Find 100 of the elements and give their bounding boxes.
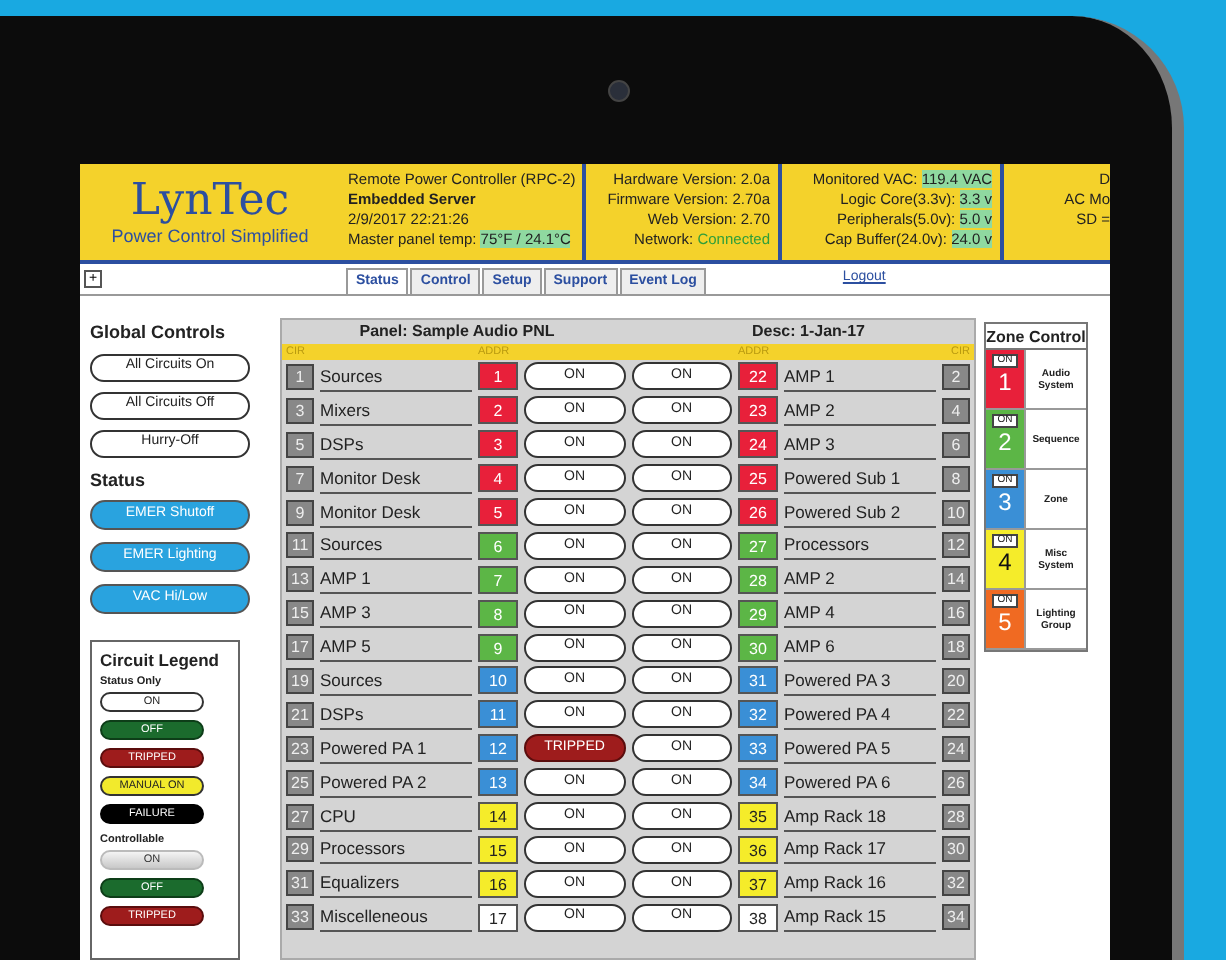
circuit-name: Powered PA 1: [320, 733, 472, 764]
circuit-name: AMP 6: [784, 632, 936, 663]
address-tag: 23: [738, 396, 778, 425]
section-title: Global Controls: [90, 320, 227, 346]
circuit-name: Sources: [320, 530, 472, 561]
address-tag: 30: [738, 633, 778, 662]
circuit-name: Monitor Desk: [320, 497, 472, 527]
address-tag: 34: [738, 768, 778, 797]
panel-title: Panel: Sample Audio PNL: [357, 320, 557, 344]
address-tag: 13: [478, 768, 518, 797]
address-tag: 38: [738, 903, 778, 932]
circuit-number: 29: [286, 836, 314, 863]
circuit-number: 14: [942, 566, 970, 593]
circuit-number: 18: [942, 634, 970, 661]
circuit-number: 9: [286, 499, 314, 525]
tagline: Power Control Simplified: [111, 225, 309, 247]
circuit-number: 7: [286, 465, 314, 492]
circuit-name: AMP 5: [320, 632, 472, 663]
circuit-number: 5: [286, 431, 314, 458]
circuit-name: Processors: [784, 530, 936, 561]
circuit-number: 32: [942, 870, 970, 897]
circuit-number: 4: [942, 397, 970, 424]
address-tag: 31: [738, 666, 778, 695]
address-tag: 22: [738, 362, 778, 391]
circuit-number: 20: [942, 667, 970, 694]
circuit-name: Processors: [320, 834, 472, 865]
address-tag: 29: [738, 599, 778, 628]
circuit-number: 33: [286, 904, 314, 931]
zone-number: 1: [998, 368, 1012, 398]
circuit-number: 2: [942, 363, 970, 390]
address-tag: 25: [738, 464, 778, 493]
circuit-number: 24: [942, 735, 970, 762]
address-tag: 10: [478, 666, 518, 695]
address-tag: 36: [738, 835, 778, 864]
circuit-name: Powered PA 6: [784, 767, 936, 798]
logo: LynTec: [130, 177, 290, 225]
section-title: Status: [90, 467, 148, 493]
circuit-name: AMP 2: [784, 564, 936, 595]
circuit-number: 1: [286, 363, 314, 390]
circuit-name: Sources: [320, 665, 472, 696]
address-tag: 17: [478, 903, 518, 932]
circuit-name: Miscelleneous: [320, 902, 472, 933]
circuit-number: 31: [286, 870, 314, 897]
circuit-name: DSPs: [320, 699, 472, 730]
address-tag: 12: [478, 734, 518, 763]
circuit-name: Sources: [320, 361, 472, 392]
circuit-number: 10: [942, 499, 970, 525]
circuit-name: Powered PA 2: [320, 767, 472, 798]
panel-description: Desc: 1-Jan-17: [752, 320, 865, 344]
zone-number: 3: [998, 488, 1012, 518]
circuit-number: 22: [942, 701, 970, 728]
circuit-name: Monitor Desk: [320, 463, 472, 494]
circuit-name: Powered Sub 2: [784, 497, 936, 527]
circuit-name: Powered Sub 1: [784, 463, 936, 494]
address-tag: 2: [478, 396, 518, 425]
circuit-number: 21: [286, 701, 314, 728]
address-tag: 24: [738, 430, 778, 459]
zone-number: 5: [998, 608, 1012, 638]
circuit-name: AMP 1: [320, 564, 472, 595]
address-tag: 16: [478, 869, 518, 898]
address-tag: 28: [738, 565, 778, 594]
address-tag: 27: [738, 531, 778, 560]
circuit-name: Amp Rack 17: [784, 834, 936, 865]
address-tag: 8: [478, 599, 518, 628]
circuit-name: Amp Rack 15: [784, 902, 936, 933]
address-tag: 14: [478, 802, 518, 831]
legend-title: Circuit Legend: [100, 648, 222, 674]
circuit-number: 19: [286, 667, 314, 694]
address-tag: 15: [478, 835, 518, 864]
circuit-name: AMP 3: [784, 429, 936, 460]
circuit-name: AMP 1: [784, 361, 936, 392]
address-tag: 6: [478, 531, 518, 560]
circuit-name: Mixers: [320, 395, 472, 426]
circuit-name: Amp Rack 16: [784, 868, 936, 899]
circuit-number: 25: [286, 769, 314, 796]
circuit-number: 34: [942, 904, 970, 931]
circuit-number: 26: [942, 769, 970, 796]
circuit-number: 27: [286, 803, 314, 830]
address-tag: 4: [478, 464, 518, 493]
circuit-number: 23: [286, 735, 314, 762]
circuit-name: Equalizers: [320, 868, 472, 899]
circuit-number: 8: [942, 465, 970, 492]
zone-number: 2: [998, 428, 1012, 458]
address-tag: 1: [478, 362, 518, 391]
circuit-name: Powered PA 3: [784, 665, 936, 696]
circuit-number: 28: [942, 803, 970, 830]
address-tag: 26: [738, 498, 778, 526]
address-tag: 3: [478, 430, 518, 459]
circuit-number: 3: [286, 397, 314, 424]
circuit-name: Powered PA 5: [784, 733, 936, 764]
address-tag: 33: [738, 734, 778, 763]
circuit-number: 12: [942, 532, 970, 559]
circuit-number: 6: [942, 431, 970, 458]
zone-number: 4: [998, 548, 1012, 578]
circuit-name: CPU: [320, 801, 472, 832]
circuit-name: AMP 2: [784, 395, 936, 426]
address-tag: 35: [738, 802, 778, 831]
circuit-number: 30: [942, 836, 970, 863]
circuit-name: Amp Rack 18: [784, 801, 936, 832]
circuit-number: 13: [286, 566, 314, 593]
